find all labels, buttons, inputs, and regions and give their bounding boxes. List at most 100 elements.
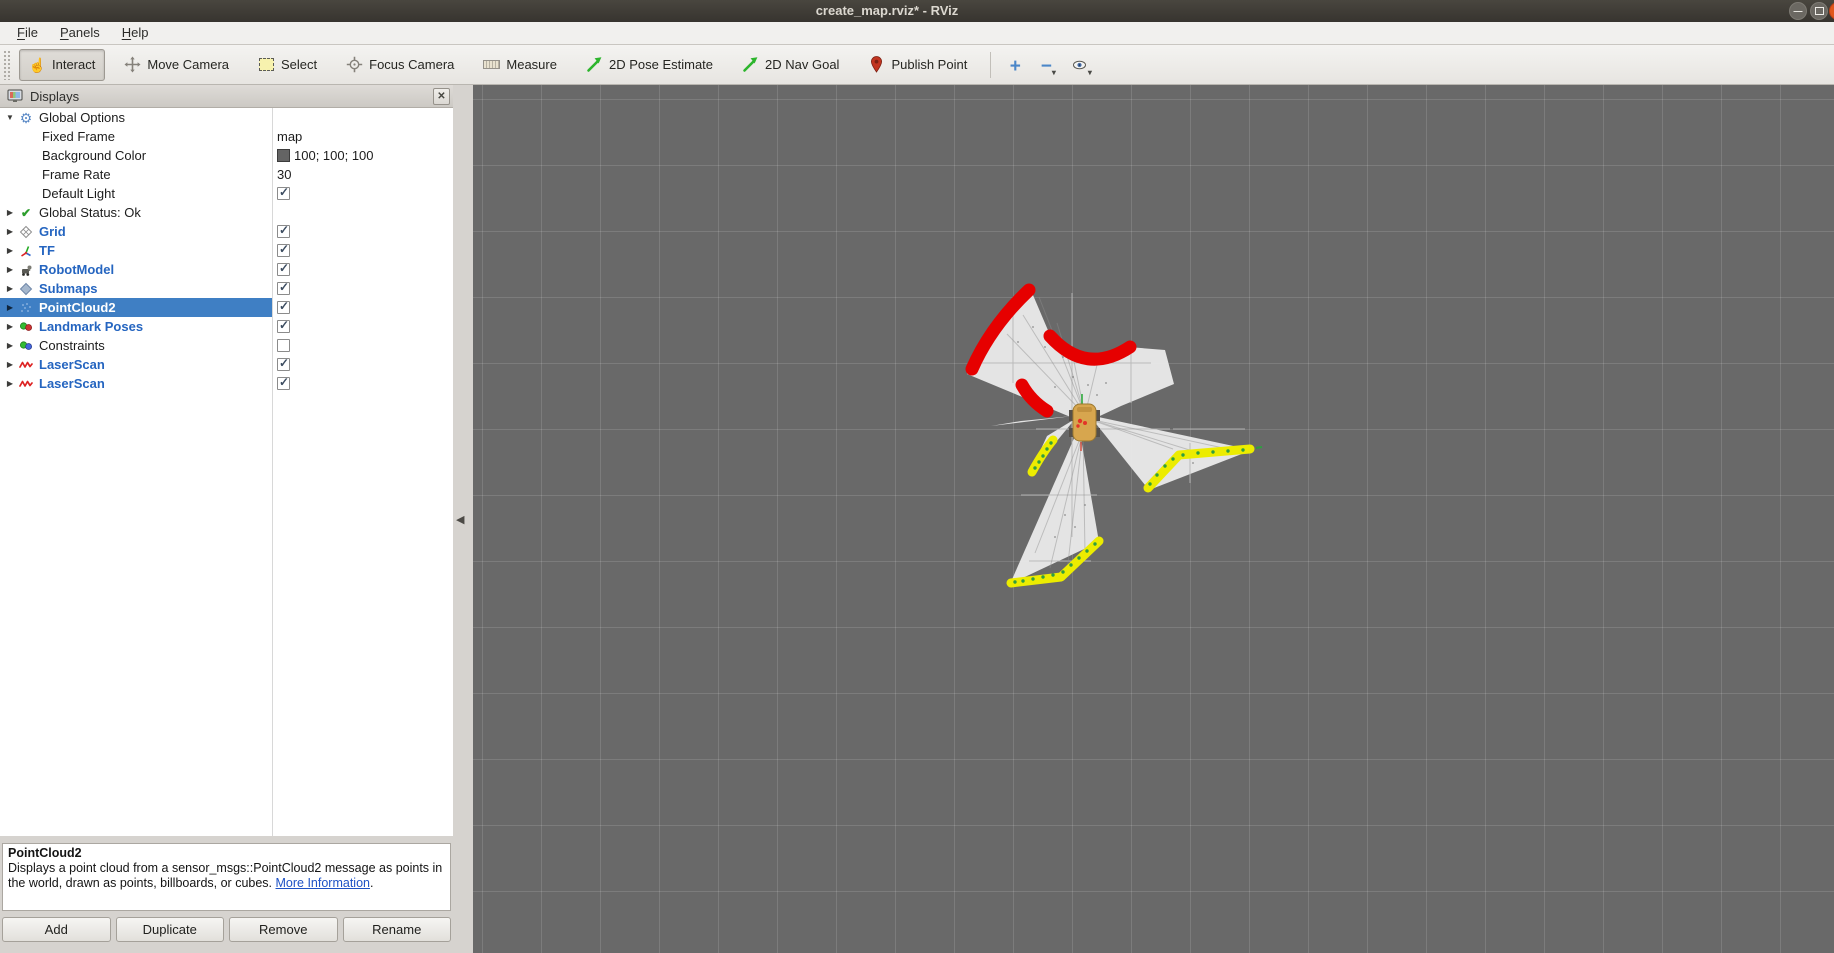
expander-icon[interactable]: ▶ bbox=[3, 341, 17, 350]
zoom-in-button[interactable]: + bbox=[1003, 52, 1027, 78]
grid-icon bbox=[17, 225, 35, 239]
window-title: create_map.rviz* - RViz bbox=[0, 0, 1774, 22]
robotmodel-checkbox[interactable] bbox=[277, 263, 290, 276]
displays-panel: Displays ✕ ▼ ⚙ Global Options Fix bbox=[0, 85, 453, 953]
tf-checkbox[interactable] bbox=[277, 244, 290, 257]
plus-icon: + bbox=[1010, 56, 1021, 78]
menu-panels[interactable]: Panels bbox=[49, 22, 111, 44]
tool-focus-camera[interactable]: Focus Camera bbox=[336, 49, 464, 81]
toolbar: ☝ Interact Move Camera Select bbox=[0, 45, 1834, 85]
property-row-default-light[interactable]: Default Light bbox=[0, 184, 453, 203]
display-row-constraints[interactable]: ▶ Constraints bbox=[0, 336, 453, 355]
display-row-laserscan-2[interactable]: ▶ LaserScan bbox=[0, 374, 453, 393]
focus-crosshair-icon bbox=[346, 56, 363, 73]
panel-title: Displays bbox=[30, 89, 79, 104]
menu-bar: File Panels Help bbox=[0, 22, 1834, 45]
tool-move-camera[interactable]: Move Camera bbox=[114, 49, 239, 81]
expander-icon[interactable]: ▶ bbox=[3, 265, 17, 274]
display-row-global-options[interactable]: ▼ ⚙ Global Options bbox=[0, 108, 453, 127]
expander-icon[interactable]: ▶ bbox=[3, 208, 17, 217]
tool-interact[interactable]: ☝ Interact bbox=[19, 49, 105, 81]
displays-icon bbox=[7, 88, 23, 104]
expander-icon[interactable]: ▶ bbox=[3, 284, 17, 293]
display-row-tf[interactable]: ▶ TF bbox=[0, 241, 453, 260]
property-row-frame-rate[interactable]: Frame Rate 30 bbox=[0, 165, 453, 184]
toolbar-separator bbox=[990, 52, 991, 78]
expander-icon[interactable]: ▶ bbox=[3, 379, 17, 388]
visibility-button[interactable]: ▾ bbox=[1069, 52, 1093, 78]
panel-collapse-gutter[interactable]: ◀ bbox=[453, 85, 473, 953]
submaps-checkbox[interactable] bbox=[277, 282, 290, 295]
display-row-pointcloud2[interactable]: ▶ PointCloud2 bbox=[0, 298, 453, 317]
remove-button[interactable]: Remove bbox=[229, 917, 338, 942]
description-text: Displays a point cloud from a sensor_msg… bbox=[8, 861, 442, 890]
panel-close-button[interactable]: ✕ bbox=[433, 88, 450, 105]
select-box-icon bbox=[258, 56, 275, 73]
description-title: PointCloud2 bbox=[8, 846, 445, 861]
property-row-fixed-frame[interactable]: Fixed Frame map bbox=[0, 127, 453, 146]
property-row-background-color[interactable]: Background Color 100; 100; 100 bbox=[0, 146, 453, 165]
gear-icon: ⚙ bbox=[17, 111, 35, 125]
rename-button[interactable]: Rename bbox=[343, 917, 452, 942]
tool-measure[interactable]: Measure bbox=[473, 49, 567, 81]
default-light-checkbox[interactable] bbox=[277, 187, 290, 200]
display-row-robotmodel[interactable]: ▶ RobotModel bbox=[0, 260, 453, 279]
laserscan-icon bbox=[17, 377, 35, 391]
tool-publish-point[interactable]: Publish Point bbox=[858, 49, 977, 81]
tf-axes-icon bbox=[17, 244, 35, 258]
tool-2d-nav-goal[interactable]: 2D Nav Goal bbox=[732, 49, 849, 81]
map-render bbox=[473, 85, 1834, 953]
robot-icon bbox=[17, 263, 35, 277]
maximize-button[interactable] bbox=[1810, 2, 1828, 20]
submaps-icon bbox=[17, 282, 35, 296]
green-arrow-icon bbox=[586, 56, 603, 73]
description-panel: PointCloud2 Displays a point cloud from … bbox=[2, 843, 451, 911]
zoom-out-button[interactable]: − ▾ bbox=[1036, 52, 1060, 78]
laserscan-checkbox[interactable] bbox=[277, 358, 290, 371]
menu-file[interactable]: File bbox=[6, 22, 49, 44]
menu-help[interactable]: Help bbox=[111, 22, 160, 44]
minus-icon: − bbox=[1041, 56, 1052, 78]
chevron-down-icon: ▾ bbox=[1052, 68, 1056, 77]
close-button[interactable] bbox=[1829, 2, 1834, 20]
add-button[interactable]: Add bbox=[2, 917, 111, 942]
display-row-submaps[interactable]: ▶ Submaps bbox=[0, 279, 453, 298]
duplicate-button[interactable]: Duplicate bbox=[116, 917, 225, 942]
chevron-down-icon: ▾ bbox=[1088, 68, 1092, 77]
toolbar-drag-handle[interactable] bbox=[3, 50, 11, 80]
pointcloud2-checkbox[interactable] bbox=[277, 301, 290, 314]
tool-select[interactable]: Select bbox=[248, 49, 327, 81]
laserscan-checkbox[interactable] bbox=[277, 377, 290, 390]
expander-icon[interactable]: ▶ bbox=[3, 322, 17, 331]
submap-region bbox=[967, 288, 1252, 584]
more-information-link[interactable]: More Information bbox=[276, 876, 370, 890]
panel-splitter[interactable] bbox=[0, 836, 453, 843]
expander-icon[interactable]: ▶ bbox=[3, 303, 17, 312]
tool-2d-pose-estimate[interactable]: 2D Pose Estimate bbox=[576, 49, 723, 81]
main-area: Displays ✕ ▼ ⚙ Global Options Fix bbox=[0, 85, 1834, 953]
displays-panel-header: Displays ✕ bbox=[0, 85, 453, 108]
grid-checkbox[interactable] bbox=[277, 225, 290, 238]
color-swatch bbox=[277, 149, 290, 162]
landmark-spheres-icon bbox=[17, 320, 35, 334]
display-row-global-status[interactable]: ▶ ✔ Global Status: Ok bbox=[0, 203, 453, 222]
display-row-laserscan-1[interactable]: ▶ LaserScan bbox=[0, 355, 453, 374]
display-actions: Add Duplicate Remove Rename bbox=[2, 917, 451, 942]
expander-icon[interactable]: ▶ bbox=[3, 246, 17, 255]
maximize-icon bbox=[1815, 7, 1824, 15]
fixed-frame-value[interactable]: map bbox=[277, 127, 302, 146]
3d-viewport[interactable] bbox=[473, 85, 1834, 953]
display-row-grid[interactable]: ▶ Grid bbox=[0, 222, 453, 241]
frame-rate-value[interactable]: 30 bbox=[277, 165, 291, 184]
pointcloud-icon bbox=[17, 301, 35, 315]
background-color-value[interactable]: 100; 100; 100 bbox=[277, 146, 374, 165]
minimize-button[interactable]: — bbox=[1789, 2, 1807, 20]
expander-icon[interactable]: ▼ bbox=[3, 113, 17, 122]
constraints-checkbox[interactable] bbox=[277, 339, 290, 352]
status-check-icon: ✔ bbox=[17, 206, 35, 220]
expander-icon[interactable]: ▶ bbox=[3, 360, 17, 369]
move-arrows-icon bbox=[124, 56, 141, 73]
expander-icon[interactable]: ▶ bbox=[3, 227, 17, 236]
landmark-poses-checkbox[interactable] bbox=[277, 320, 290, 333]
display-row-landmark-poses[interactable]: ▶ Landmark Poses bbox=[0, 317, 453, 336]
